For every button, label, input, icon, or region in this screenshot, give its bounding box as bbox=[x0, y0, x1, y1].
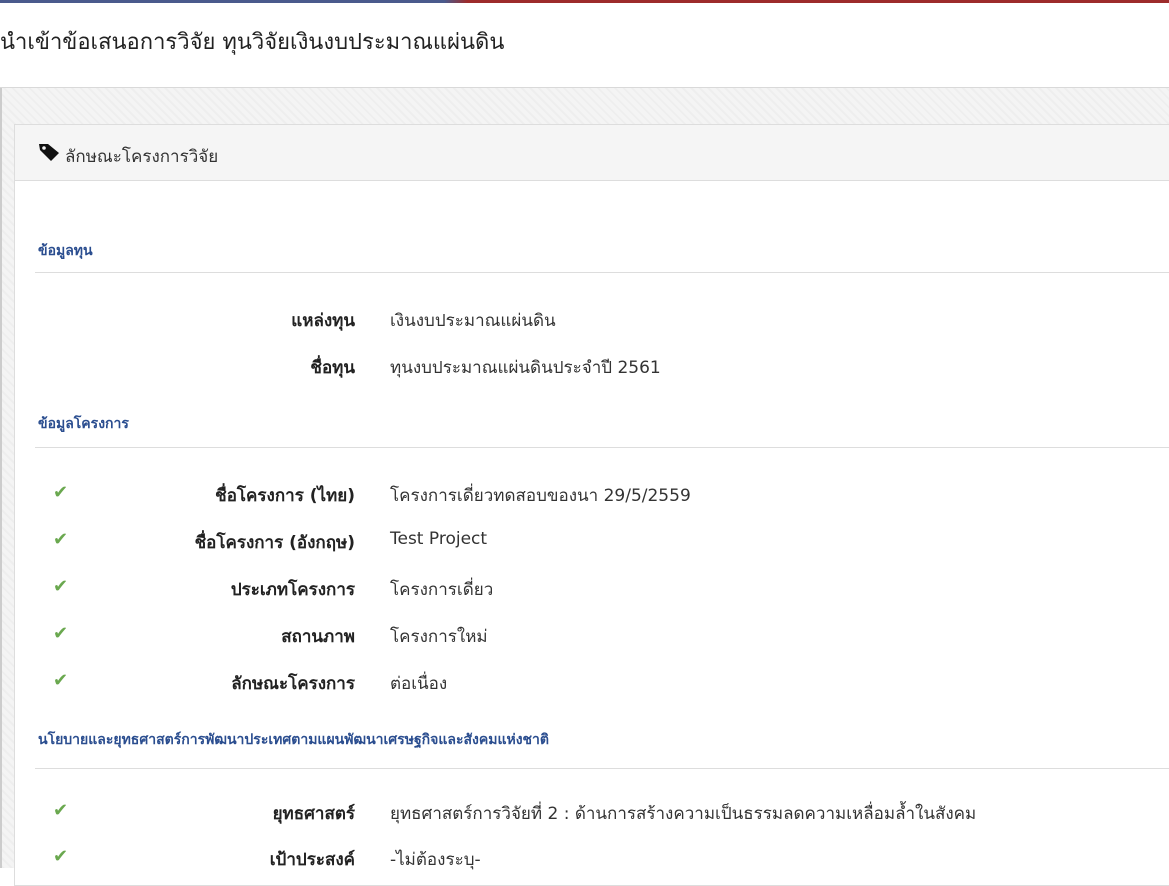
field-value-strategy: ยุทธศาสตร์การวิจัยที่ 2 : ด้านการสร้างคว… bbox=[390, 804, 977, 824]
field-label-objective: เป้าประสงค์ bbox=[269, 850, 355, 870]
field-label-strategy: ยุทธศาสตร์ bbox=[272, 804, 355, 824]
field-value-fund-name: ทุนงบประมาณแผ่นดินประจำปี 2561 bbox=[390, 358, 661, 378]
check-icon: ✔ bbox=[53, 576, 69, 597]
page-title: นำเข้าข้อเสนอการวิจัย ทุนวิจัยเงินงบประม… bbox=[0, 30, 505, 55]
field-label-fund-source: แหล่งทุน bbox=[291, 311, 355, 331]
field-value-project-name-en: Test Project bbox=[390, 529, 488, 549]
check-icon: ✔ bbox=[53, 623, 69, 644]
panel-title: ลักษณะโครงการวิจัย bbox=[65, 147, 219, 167]
field-value-project-nature: ต่อเนื่อง bbox=[390, 674, 448, 694]
panel-heading: ลักษณะโครงการวิจัย bbox=[15, 125, 1169, 181]
field-label-project-type: ประเภทโครงการ bbox=[230, 580, 355, 600]
project-characteristics-panel: ลักษณะโครงการวิจัย ข้อมูลทุน แหล่งทุน เง… bbox=[14, 124, 1169, 886]
check-icon: ✔ bbox=[53, 529, 69, 550]
section-title-policy: นโยบายและยุทธศาสตร์การพัฒนาประเทศตามแผนพ… bbox=[38, 732, 549, 748]
section-divider bbox=[35, 768, 1169, 769]
section-title-funding: ข้อมูลทุน bbox=[38, 243, 93, 259]
field-value-status: โครงการใหม่ bbox=[390, 627, 488, 647]
section-divider bbox=[35, 447, 1169, 448]
section-divider bbox=[35, 272, 1169, 273]
section-title-project: ข้อมูลโครงการ bbox=[38, 416, 129, 432]
top-accent-rule bbox=[0, 0, 1169, 3]
check-icon: ✔ bbox=[53, 670, 69, 691]
field-label-project-name-en: ชื่อโครงการ (อังกฤษ) bbox=[194, 533, 355, 553]
field-label-project-nature: ลักษณะโครงการ bbox=[231, 674, 355, 694]
tag-icon bbox=[39, 144, 59, 161]
check-icon: ✔ bbox=[53, 846, 69, 867]
left-border bbox=[0, 88, 2, 868]
field-label-status: สถานภาพ bbox=[281, 627, 355, 647]
field-value-objective: -ไม่ต้องระบุ- bbox=[390, 850, 481, 870]
field-label-fund-name: ชื่อทุน bbox=[310, 358, 355, 378]
field-value-project-name-th: โครงการเดี่ยวทดสอบของนา 29/5/2559 bbox=[390, 486, 691, 506]
field-value-fund-source: เงินงบประมาณแผ่นดิน bbox=[390, 311, 556, 331]
check-icon: ✔ bbox=[53, 800, 69, 821]
field-value-project-type: โครงการเดี่ยว bbox=[390, 580, 494, 600]
field-label-project-name-th: ชื่อโครงการ (ไทย) bbox=[215, 486, 355, 506]
check-icon: ✔ bbox=[53, 482, 69, 503]
